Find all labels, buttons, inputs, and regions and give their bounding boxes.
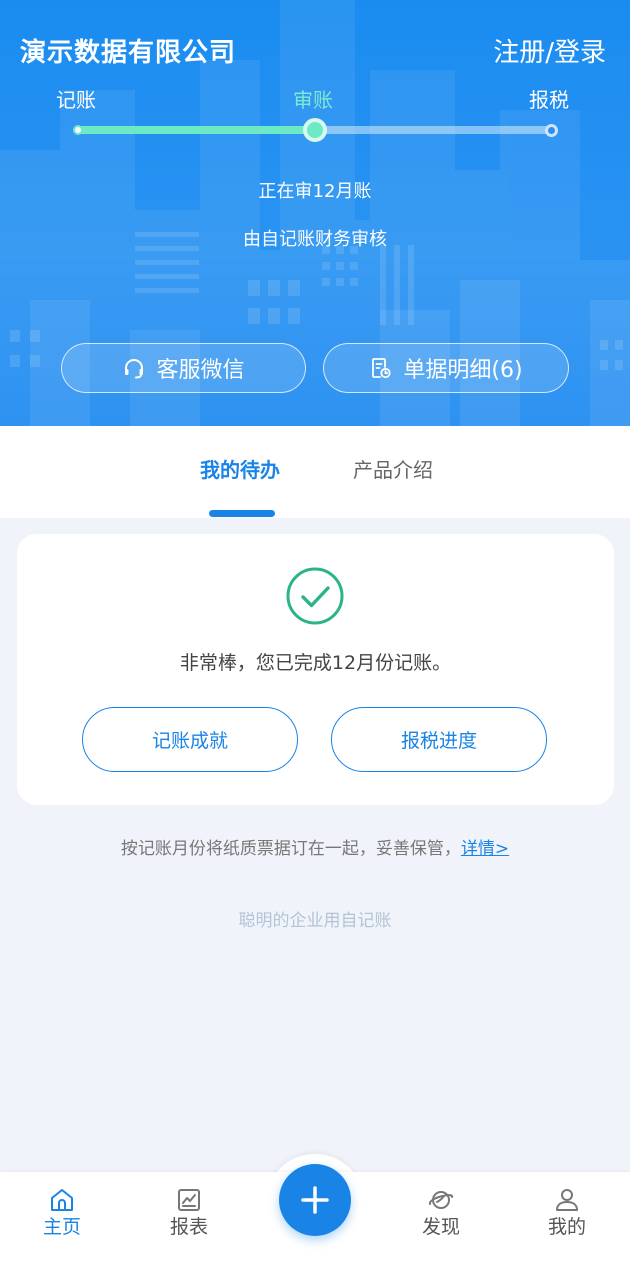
tab-my-todo[interactable]: 我的待办 xyxy=(200,454,280,483)
storage-note: 按记账月份将纸质票据订在一起，妥善保管，详情> xyxy=(0,834,630,859)
progress-dot-audit-current xyxy=(303,118,327,142)
storage-note-text: 按记账月份将纸质票据订在一起，妥善保管， xyxy=(120,839,461,859)
details-link[interactable]: 详情> xyxy=(461,839,509,859)
plus-icon xyxy=(301,1186,329,1214)
bookkeeping-achievement-button[interactable]: 记账成就 xyxy=(82,707,298,772)
tab-bar: 我的待办 产品介绍 xyxy=(0,426,630,518)
document-details-button[interactable]: 单据明细(6) xyxy=(323,343,569,393)
tax-progress-button[interactable]: 报税进度 xyxy=(331,707,547,772)
slogan: 聪明的企业用自记账 xyxy=(238,911,392,931)
nav-label-mine: 我的 xyxy=(547,1216,586,1238)
headset-icon xyxy=(125,359,144,379)
add-button[interactable] xyxy=(279,1164,351,1236)
customer-service-wechat-button[interactable]: 客服微信 xyxy=(61,343,306,393)
document-clock-icon xyxy=(372,358,392,379)
todo-card: 非常棒，您已完成12月份记账。 记账成就 报税进度 xyxy=(17,534,614,805)
report-chart-icon xyxy=(178,1189,200,1211)
nav-label-reports: 报表 xyxy=(169,1216,208,1238)
customer-service-wechat-label: 客服微信 xyxy=(156,358,245,383)
planet-icon xyxy=(429,1191,454,1209)
register-login-link[interactable]: 注册/登录 xyxy=(493,32,606,69)
completion-message: 非常棒，您已完成12月份记账。 xyxy=(179,652,452,674)
header: 演示数据有限公司 注册/登录 记账 审账 报税 正在审12月账 由自记账财务审核… xyxy=(0,0,630,426)
progress-dot-tax xyxy=(545,124,558,137)
step-label-audit: 审账 xyxy=(293,88,333,112)
nav-label-discover: 发现 xyxy=(421,1216,460,1238)
progress-fill xyxy=(78,126,315,134)
check-circle-icon xyxy=(286,567,344,625)
tab-product-intro[interactable]: 产品介绍 xyxy=(353,454,433,483)
step-label-bookkeeping: 记账 xyxy=(56,88,96,112)
tab-active-indicator xyxy=(209,510,275,517)
home-icon xyxy=(51,1189,73,1211)
document-details-label: 单据明细(6) xyxy=(403,358,523,383)
status-current-month: 正在审12月账 xyxy=(258,181,372,202)
step-label-tax: 报税 xyxy=(529,88,569,112)
status-reviewer: 由自记账财务审核 xyxy=(243,229,387,250)
progress-dot-bookkeeping xyxy=(73,125,83,135)
user-icon xyxy=(556,1189,578,1211)
nav-label-home: 主页 xyxy=(42,1216,81,1238)
company-name: 演示数据有限公司 xyxy=(20,38,237,68)
